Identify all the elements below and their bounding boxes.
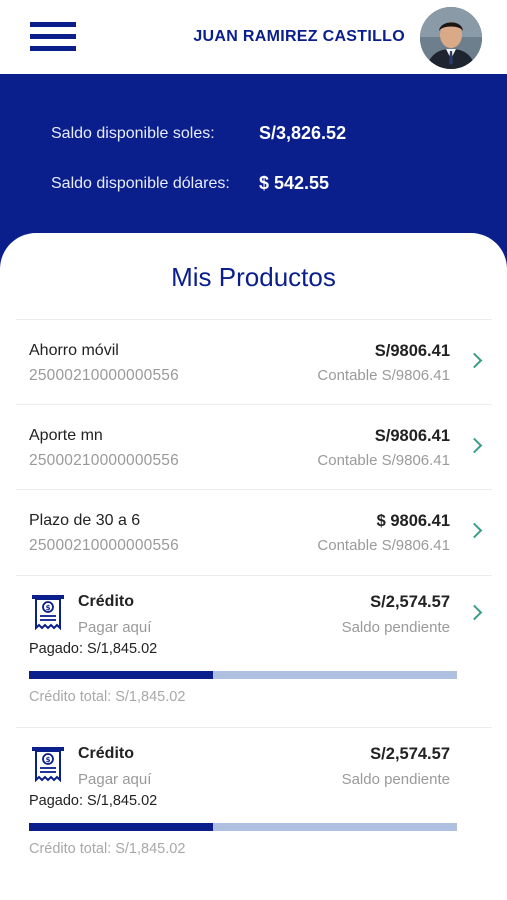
product-accounting-balance: Contable S/9806.41 <box>317 537 450 554</box>
pay-here-link[interactable]: Pagar aquí <box>78 771 151 788</box>
products-title: Mis Productos <box>171 262 336 292</box>
chevron-right-icon[interactable] <box>466 522 483 539</box>
product-account-number: 25000210000000556 <box>29 367 179 384</box>
credit-progress-bar <box>29 823 457 831</box>
credit-name: Crédito <box>78 745 134 762</box>
credit-total: Crédito total: S/1,845.02 <box>29 841 186 857</box>
product-account-number: 25000210000000556 <box>29 537 179 554</box>
soles-balance-value: S/3,826.52 <box>259 123 347 143</box>
dollars-balance-value: $ 542.55 <box>259 173 330 193</box>
credit-total: Crédito total: S/1,845.02 <box>29 689 186 705</box>
credit-status: Saldo pendiente <box>341 619 450 636</box>
product-item[interactable]: Aporte mn 25000210000000556 S/9806.41 Co… <box>16 404 492 490</box>
products-sheet: Mis Productos Ahorro móvil 2500021000000… <box>0 233 507 900</box>
credit-paid-amount: Pagado: S/1,845.02 <box>29 641 158 657</box>
hamburger-menu-icon[interactable] <box>30 20 76 54</box>
product-name: Plazo de 30 a 6 <box>29 512 141 529</box>
receipt-dollar-icon: $ <box>31 594 65 632</box>
credit-progress-bar <box>29 671 457 679</box>
credit-paid-amount: Pagado: S/1,845.02 <box>29 793 158 809</box>
credit-name: Crédito <box>78 593 134 610</box>
svg-text:$: $ <box>46 756 51 764</box>
product-amount: S/9806.41 <box>374 427 450 445</box>
user-name: JUAN RAMIREZ CASTILLO <box>193 28 405 45</box>
chevron-right-icon[interactable] <box>466 352 483 369</box>
avatar[interactable] <box>420 7 482 69</box>
credit-item[interactable]: $ Crédito Pagar aquí Pagado: S/1,845.02 … <box>16 575 492 728</box>
product-name: Aporte mn <box>29 427 103 444</box>
product-accounting-balance: Contable S/9806.41 <box>317 367 450 384</box>
pay-here-link[interactable]: Pagar aquí <box>78 619 151 636</box>
product-amount: S/9806.41 <box>374 342 450 360</box>
credit-progress-fill <box>29 671 214 679</box>
product-item[interactable]: Ahorro móvil 25000210000000556 S/9806.41… <box>16 319 492 405</box>
credit-status: Saldo pendiente <box>341 771 450 788</box>
product-accounting-balance: Contable S/9806.41 <box>317 452 450 469</box>
product-name: Ahorro móvil <box>29 342 119 359</box>
credit-item[interactable]: $ Crédito Pagar aquí Pagado: S/1,845.02 … <box>16 727 492 878</box>
dollars-balance-label: Saldo disponible dólares: <box>51 175 230 192</box>
credit-amount: S/2,574.57 <box>370 593 450 611</box>
credit-amount: S/2,574.57 <box>370 745 450 763</box>
product-amount: $ 9806.41 <box>376 512 450 530</box>
svg-text:$: $ <box>46 604 51 612</box>
chevron-right-icon[interactable] <box>466 604 483 621</box>
product-item[interactable]: Plazo de 30 a 6 25000210000000556 $ 9806… <box>16 489 492 575</box>
product-account-number: 25000210000000556 <box>29 452 179 469</box>
credit-progress-fill <box>29 823 214 831</box>
top-bar: JUAN RAMIREZ CASTILLO <box>0 0 507 74</box>
receipt-dollar-icon: $ <box>31 746 65 784</box>
chevron-right-icon[interactable] <box>466 437 483 454</box>
soles-balance-label: Saldo disponible soles: <box>51 125 215 142</box>
